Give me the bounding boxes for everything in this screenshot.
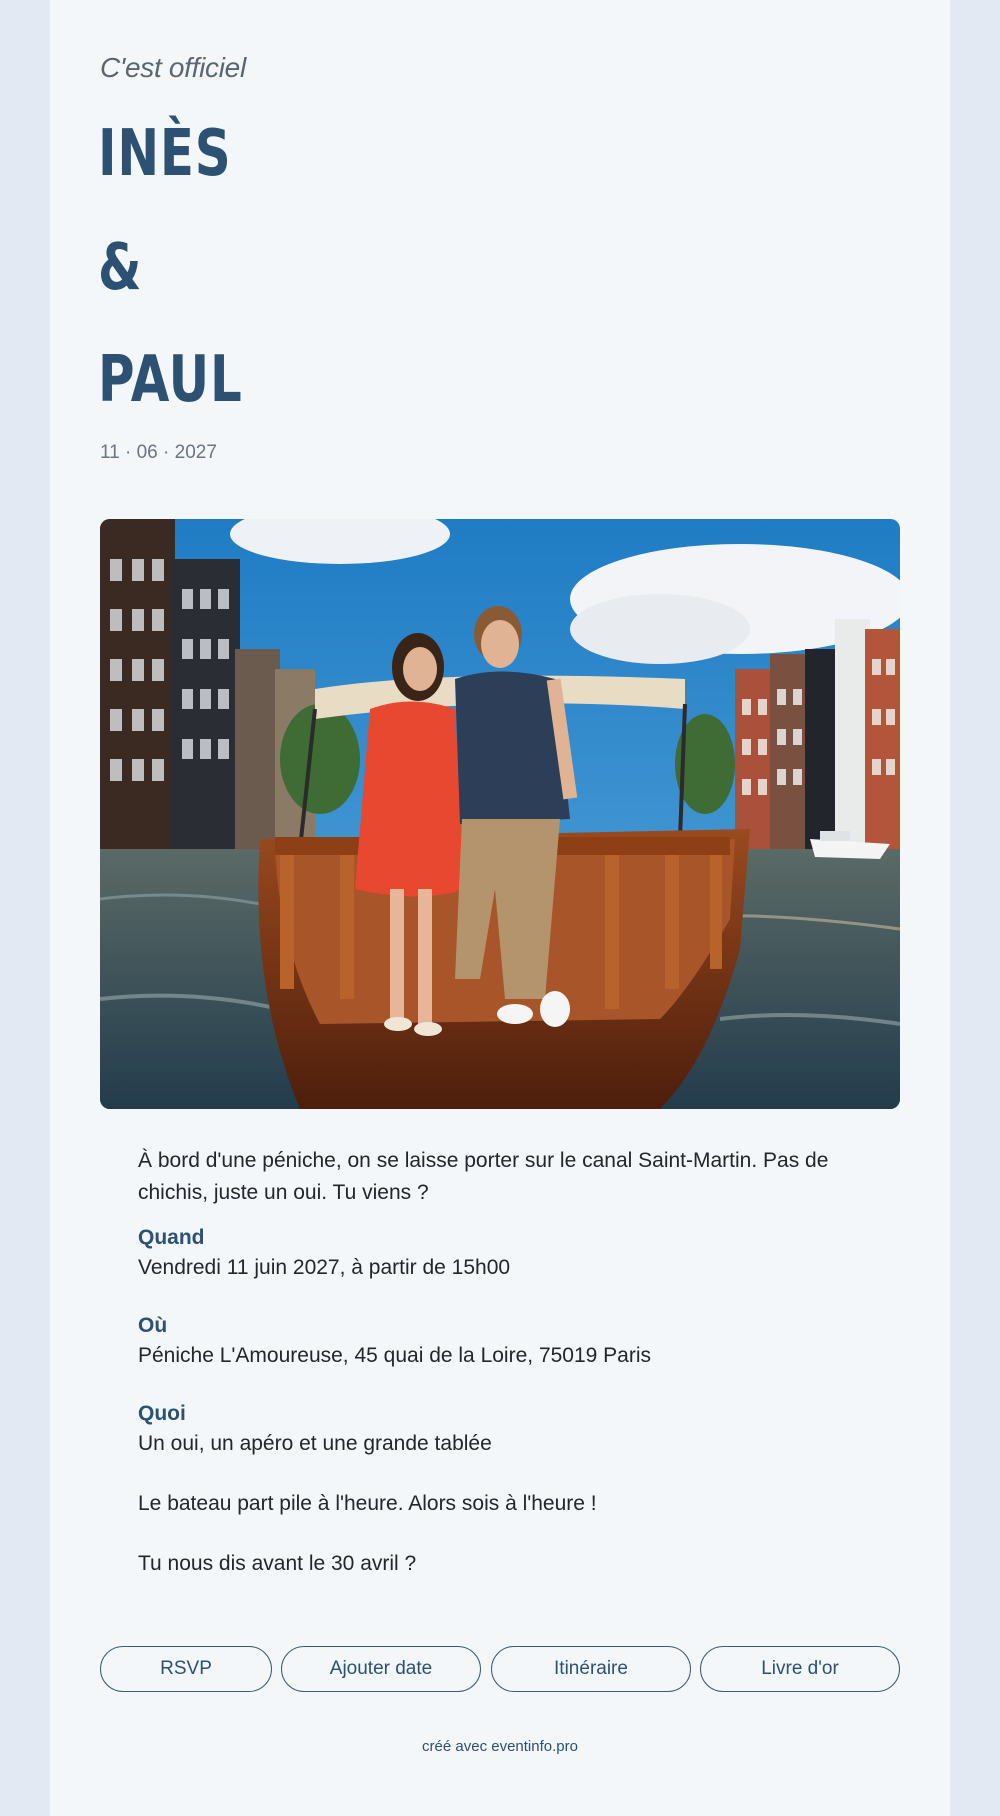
intro-text: À bord d'une péniche, on se laisse porte… bbox=[138, 1149, 829, 1204]
partner-one-name: INÈS bbox=[98, 117, 232, 191]
when-label: Quand bbox=[138, 1226, 205, 1249]
rsvp-button[interactable]: RSVP bbox=[100, 1646, 272, 1692]
where-label: Où bbox=[138, 1314, 168, 1337]
invitation-page: C'est officiel INÈS & PAUL 11 · 06 · 202… bbox=[50, 0, 950, 1816]
what-label: Quoi bbox=[138, 1402, 186, 1425]
couple-on-boat-illustration bbox=[100, 519, 900, 1109]
footer-credit-link[interactable]: créé avec eventinfo.pro bbox=[50, 1738, 950, 1755]
where-value: Péniche L'Amoureuse, 45 quai de la Loire… bbox=[138, 1344, 652, 1367]
event-details: À bord d'une péniche, on se laisse porte… bbox=[138, 1145, 868, 1579]
tagline: C'est officiel bbox=[100, 52, 246, 83]
rsvp-deadline-note: Tu nous dis avant le 30 avril ? bbox=[138, 1552, 417, 1575]
action-buttons: RSVP Ajouter date Itinéraire Livre d'or bbox=[100, 1646, 900, 1694]
couple-photo bbox=[100, 519, 900, 1109]
add-date-button[interactable]: Ajouter date bbox=[281, 1646, 481, 1692]
partner-two-name: PAUL bbox=[98, 343, 243, 417]
ampersand: & bbox=[98, 231, 143, 305]
when-value: Vendredi 11 juin 2027, à partir de 15h00 bbox=[138, 1256, 511, 1279]
what-value: Un oui, un apéro et une grande tablée bbox=[138, 1432, 492, 1455]
punctuality-note: Le bateau part pile à l'heure. Alors soi… bbox=[138, 1492, 597, 1515]
guestbook-button[interactable]: Livre d'or bbox=[700, 1646, 900, 1692]
event-date: 11 · 06 · 2027 bbox=[100, 442, 217, 463]
itinerary-button[interactable]: Itinéraire bbox=[491, 1646, 691, 1692]
